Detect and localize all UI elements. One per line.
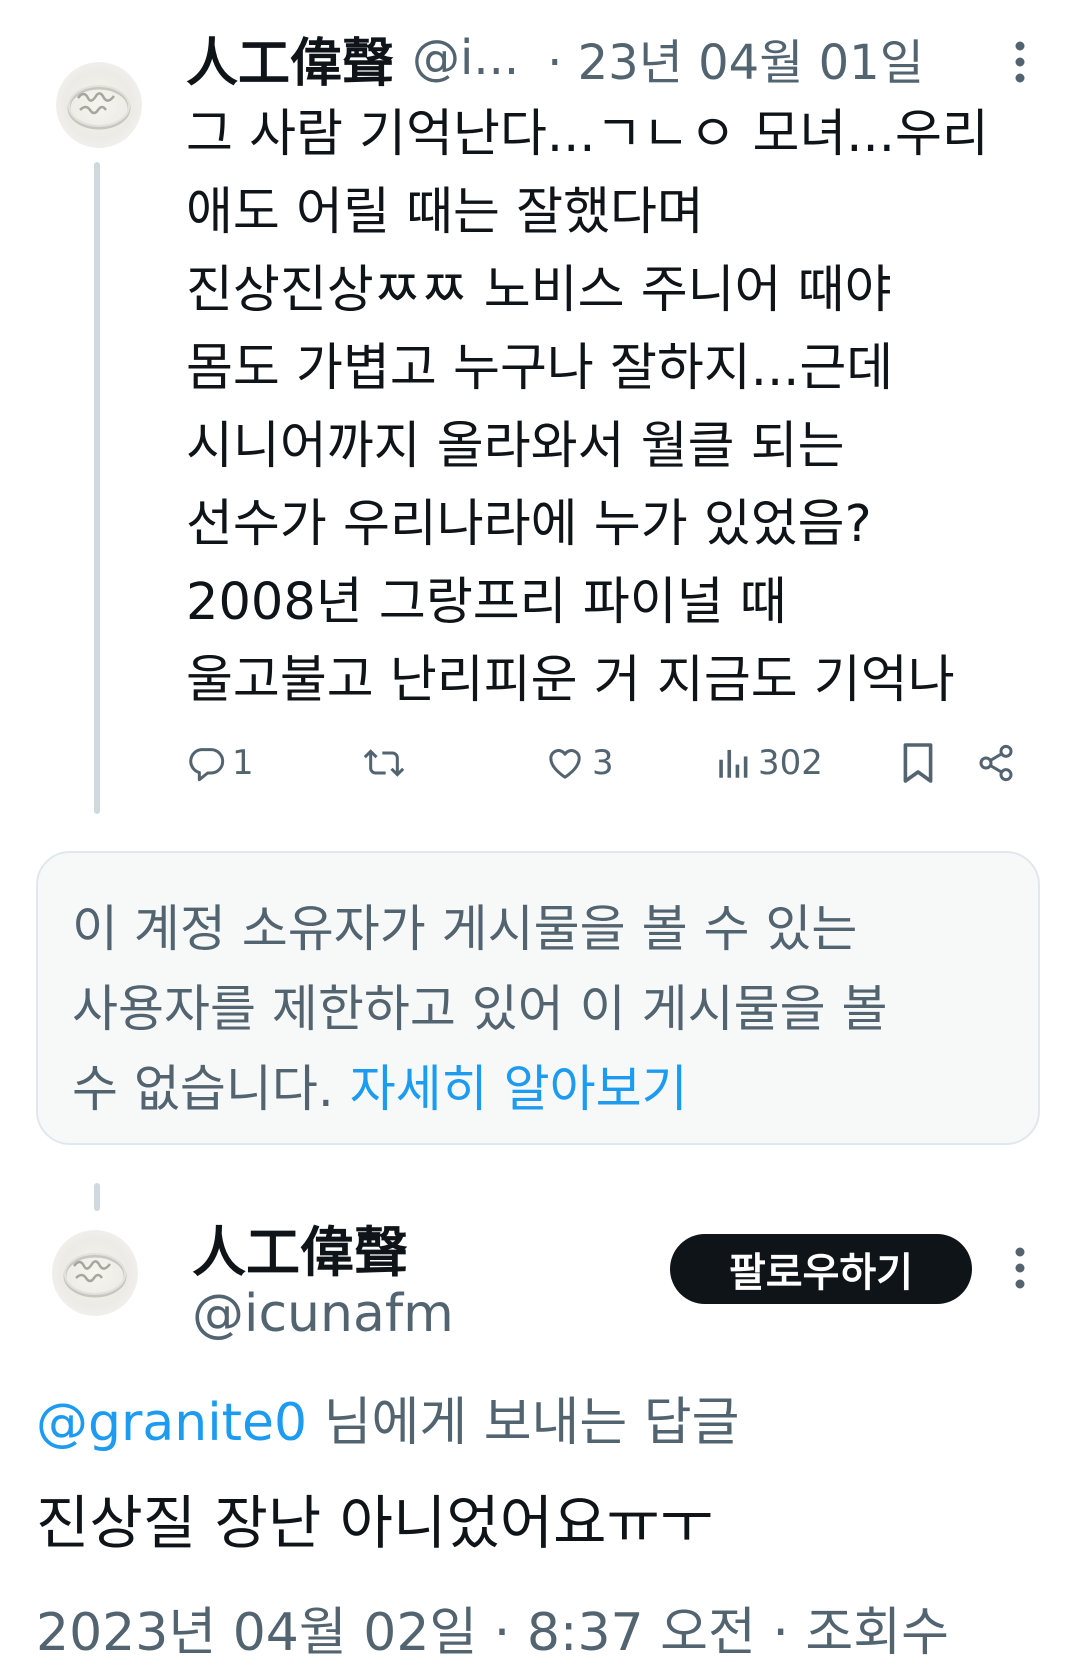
views-count: 302 — [758, 743, 823, 783]
avatar[interactable] — [52, 1230, 138, 1316]
display-name[interactable]: 人工偉聲 — [192, 1208, 408, 1287]
replying-to-label: 님에게 보내는 답글 — [307, 1393, 740, 1453]
avatar[interactable] — [56, 62, 142, 148]
ring-photo-icon — [67, 85, 131, 130]
tweet-header: 人工偉聲 @i... · 23년 04월 01일 — [186, 23, 1016, 94]
tweet-timestamp[interactable]: 2023년 04월 02일 · 8:37 오전 · 조회수 — [36, 1590, 949, 1665]
like-count: 3 — [592, 743, 614, 783]
tweet-text: 그 사람 기억난다...ㄱㄴㅇ 모녀...우리 애도 어릴 때는 잘했다며 진상… — [186, 96, 1066, 720]
restricted-post-notice: 이 계정 소유자가 게시물을 볼 수 있는 사용자를 제한하고 있어 이 게시물… — [36, 851, 1040, 1145]
tweet-text-line: 선수가 우리나라에 누가 있었음? — [186, 495, 872, 554]
replying-to: @granite0 님에게 보내는 답글 — [36, 1380, 739, 1455]
tweet-text: 진상질 장난 아니었어요ㅠㅜ — [36, 1489, 714, 1557]
retweet-icon — [363, 749, 405, 777]
mention-link[interactable]: @granite0 — [36, 1393, 307, 1453]
heart-icon — [549, 749, 581, 779]
like-button[interactable]: 3 — [544, 735, 614, 791]
tweet-date[interactable]: · 23년 04월 01일 — [547, 23, 924, 93]
display-name[interactable]: 人工偉聲 — [186, 21, 394, 96]
tweet-text-line: 애도 어릴 때는 잘했다며 — [186, 183, 704, 242]
thread-connector-line — [94, 162, 100, 814]
follow-button[interactable]: 팔로우하기 — [670, 1234, 972, 1304]
notice-text-end: 수 없습니다. — [72, 1060, 350, 1118]
retweet-button[interactable] — [362, 735, 406, 791]
notice-text-line: 이 계정 소유자가 게시물을 볼 수 있는 — [72, 900, 858, 958]
notice-text-line: 사용자를 제한하고 있어 이 게시물을 볼 — [72, 980, 888, 1038]
more-options-icon[interactable] — [1010, 1244, 1030, 1292]
views-button[interactable]: 302 — [716, 735, 823, 791]
bookmark-icon — [903, 743, 933, 783]
reply-icon — [189, 748, 225, 782]
tweet-text-line: 2008년 그랑프리 파이널 때 — [186, 573, 787, 632]
share-icon — [979, 744, 1013, 782]
ring-photo-icon — [63, 1253, 127, 1298]
tweet-text-line: 그 사람 기억난다...ㄱㄴㅇ 모녀...우리 — [186, 105, 989, 164]
user-handle[interactable]: @i... — [412, 30, 519, 86]
tweet-text-line: 울고불고 난리피운 거 지금도 기억나 — [186, 651, 955, 710]
bookmark-button[interactable] — [900, 735, 936, 791]
tweet-text-line: 진상진상ㅉㅉ 노비스 주니어 때야 — [186, 261, 892, 320]
tweet-text-line: 몸도 가볍고 누구나 잘하지...근데 — [186, 339, 894, 398]
reply-count: 1 — [232, 743, 254, 783]
thread-view: 人工偉聲 @i... · 23년 04월 01일 그 사람 기억난다...ㄱㄴㅇ… — [0, 0, 1080, 1668]
tweet-actions: 1 3 302 — [186, 735, 1026, 791]
views-chart-icon — [719, 749, 748, 778]
thread-connector-line — [94, 1183, 100, 1211]
share-button[interactable] — [976, 735, 1016, 791]
more-options-icon[interactable] — [1010, 38, 1030, 86]
tweet-text-line: 시니어까지 올라와서 월클 되는 — [186, 417, 845, 476]
user-handle[interactable]: @icunafm — [192, 1284, 454, 1344]
reply-button[interactable]: 1 — [186, 735, 254, 791]
learn-more-link[interactable]: 자세히 알아보기 — [350, 1060, 688, 1118]
notice-text-line: 수 없습니다. 자세히 알아보기 — [72, 1049, 1004, 1129]
